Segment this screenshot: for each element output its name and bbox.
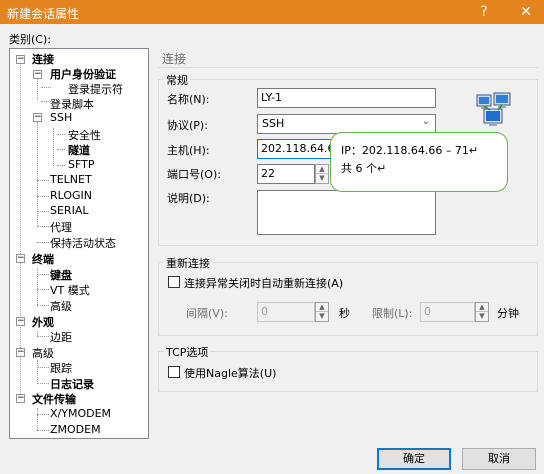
interval-input[interactable]: 0 [257, 302, 315, 322]
auto-reconnect-checkbox[interactable] [168, 276, 180, 288]
collapse-icon[interactable]: − [16, 394, 25, 403]
tree-item-serial[interactable]: SERIAL [50, 204, 88, 217]
tree-item-terminal-advanced[interactable]: 高级 [50, 298, 72, 314]
tree-item-zmodem[interactable]: ZMODEM [50, 423, 101, 436]
description-label: 说明(D): [167, 192, 210, 205]
spin-up-icon[interactable]: ▲ [316, 165, 328, 174]
seconds-label: 秒 [339, 307, 350, 320]
tree-item-terminal[interactable]: 终端 [32, 251, 54, 267]
tree-item-vt-mode[interactable]: VT 模式 [50, 282, 90, 298]
minutes-label: 分钟 [497, 307, 519, 320]
interval-label: 间隔(V): [186, 307, 228, 320]
tree-item-tunnel[interactable]: 隧道 [68, 142, 90, 158]
collapse-icon[interactable]: − [16, 254, 25, 263]
spin-down-icon[interactable]: ▼ [316, 312, 328, 321]
spin-up-icon[interactable]: ▲ [316, 303, 328, 312]
spin-up-icon[interactable]: ▲ [476, 303, 488, 312]
tree-item-rlogin[interactable]: RLOGIN [50, 189, 92, 202]
category-label: 类别(C): [9, 33, 51, 46]
reconnect-group-title: 重新连接 [164, 255, 212, 271]
protocol-label: 协议(P): [167, 119, 208, 132]
collapse-icon[interactable]: − [16, 55, 25, 64]
protocol-select[interactable]: SSH ⌄ [257, 114, 436, 134]
spin-down-icon[interactable]: ▼ [316, 174, 328, 183]
category-tree[interactable]: − − − − − − − 连接 用户身份验证 登录提示符 登录脚本 SSH 安… [9, 48, 149, 439]
tcp-group-title: TCP选项 [164, 344, 211, 360]
description-textarea[interactable] [257, 190, 436, 235]
tree-item-trace[interactable]: 跟踪 [50, 360, 72, 376]
interval-stepper[interactable]: ▲ ▼ [315, 302, 329, 322]
tree-item-margins[interactable]: 边距 [50, 329, 72, 345]
tree-item-keyboard[interactable]: 键盘 [50, 267, 72, 283]
tree-item-keepalive[interactable]: 保持活动状态 [50, 235, 116, 251]
tree-item-file-transfer[interactable]: 文件传输 [32, 391, 76, 407]
auto-reconnect-label: 连接异常关闭时自动重新连接(A) [184, 277, 344, 290]
close-button[interactable]: ✕ [516, 2, 536, 22]
name-input[interactable]: LY-1 [257, 88, 436, 108]
tree-item-proxy[interactable]: 代理 [50, 219, 72, 235]
collapse-icon[interactable]: − [16, 348, 25, 357]
ok-button[interactable]: 确定 [377, 448, 451, 470]
tree-item-security[interactable]: 安全性 [68, 127, 101, 143]
nagle-checkbox[interactable] [168, 366, 180, 378]
callout-line-2: 共 6 个↵ [341, 162, 387, 175]
tree-item-sftp[interactable]: SFTP [68, 158, 94, 171]
reconnect-group [158, 262, 538, 336]
help-button[interactable]: ? [474, 2, 494, 22]
tree-item-auth[interactable]: 用户身份验证 [50, 66, 116, 82]
tree-item-xymodem[interactable]: X/YMODEM [50, 407, 111, 420]
port-stepper[interactable]: ▲ ▼ [315, 164, 329, 184]
general-group-title: 常规 [164, 72, 190, 88]
limit-stepper[interactable]: ▲ ▼ [475, 302, 489, 322]
nagle-label: 使用Nagle算法(U) [184, 367, 277, 380]
collapse-icon[interactable]: − [33, 70, 42, 79]
tree-item-logging[interactable]: 日志记录 [50, 376, 94, 392]
tree-item-telnet[interactable]: TELNET [50, 173, 92, 186]
port-label: 端口号(O): [167, 168, 221, 181]
spin-down-icon[interactable]: ▼ [476, 312, 488, 321]
tree-item-ssh[interactable]: SSH [50, 111, 72, 124]
panel-title: 连接 [162, 52, 187, 66]
tree-item-connection[interactable]: 连接 [32, 51, 54, 67]
tree-item-advanced[interactable]: 高级 [32, 345, 54, 361]
ip-callout: IP：202.118.64.66 – 71↵ 共 6 个↵ [330, 132, 508, 192]
chevron-down-icon: ⌄ [421, 116, 430, 127]
name-label: 名称(N): [167, 93, 210, 106]
tree-item-login-script[interactable]: 登录脚本 [50, 96, 94, 112]
title-bar: 新建会话属性 ? ✕ [0, 0, 544, 24]
tree-item-login-prompt[interactable]: 登录提示符 [68, 81, 123, 97]
port-input[interactable]: 22 [257, 164, 315, 184]
tree-item-appearance[interactable]: 外观 [32, 314, 54, 330]
callout-line-1: IP：202.118.64.66 – 71↵ [341, 144, 479, 157]
limit-label: 限制(L): [372, 307, 413, 320]
collapse-icon[interactable]: − [33, 113, 42, 122]
protocol-select-value: SSH [262, 117, 285, 130]
host-input[interactable]: 202.118.64.6 [257, 139, 337, 159]
network-computers-icon [476, 92, 511, 126]
limit-input[interactable]: 0 [420, 302, 475, 322]
collapse-icon[interactable]: − [16, 317, 25, 326]
panel-header: 连接 [158, 46, 538, 68]
cancel-button[interactable]: 取消 [462, 448, 536, 470]
host-label: 主机(H): [167, 144, 210, 157]
window-title: 新建会话属性 [7, 7, 80, 21]
